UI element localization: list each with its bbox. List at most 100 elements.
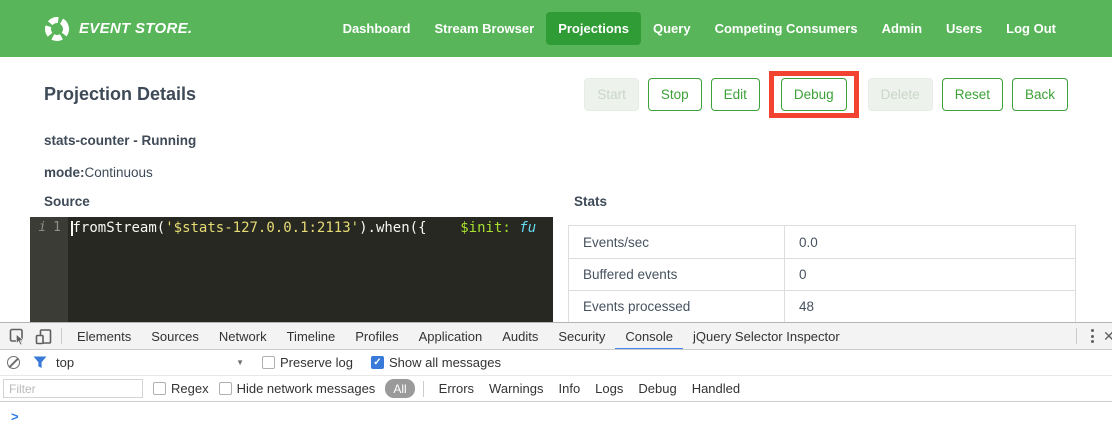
nav-item-competing-consumers[interactable]: Competing Consumers — [703, 12, 870, 45]
devtools-tab-bar: Elements Sources Network Timeline Profil… — [0, 323, 1112, 350]
hide-network-messages-label: Hide network messages — [237, 381, 376, 396]
code-string: '$stats-127.0.0.1:2113' — [165, 220, 359, 236]
console-prompt-icon[interactable]: > — [11, 409, 19, 424]
nav-item-admin[interactable]: Admin — [870, 12, 934, 45]
tab-audits[interactable]: Audits — [492, 323, 548, 350]
code-chain: ).when({ — [359, 220, 426, 236]
code-init-key: $init: — [460, 220, 511, 236]
stats-heading: Stats — [574, 194, 1076, 209]
close-devtools-icon[interactable]: ✕ — [1103, 328, 1112, 345]
event-store-logo: EVENT STORE. — [44, 16, 192, 42]
source-code-editor[interactable]: i 1 fromStream('$stats-127.0.0.1:2113').… — [30, 217, 553, 326]
show-all-messages-label: Show all messages — [389, 355, 501, 370]
mode-label: mode: — [44, 165, 85, 180]
hide-network-messages-option: Hide network messages — [219, 381, 376, 396]
hide-network-messages-checkbox[interactable] — [219, 382, 232, 395]
chevron-down-icon: ▼ — [236, 358, 244, 367]
nav-item-query[interactable]: Query — [641, 12, 703, 45]
toolbar-divider — [61, 328, 62, 344]
line-number: 1 — [53, 220, 61, 326]
level-filter-errors[interactable]: Errors — [439, 381, 474, 396]
projection-action-buttons: Start Stop Edit Debug Delete Reset Back — [584, 71, 1068, 118]
devtools-menu-icon[interactable] — [1082, 329, 1103, 343]
back-button[interactable]: Back — [1012, 78, 1068, 111]
editor-gutter: i 1 — [30, 217, 68, 326]
tab-console[interactable]: Console — [615, 323, 683, 350]
start-button[interactable]: Start — [584, 78, 639, 111]
projection-mode: mode:Continuous — [44, 165, 1112, 180]
inspect-element-icon[interactable] — [4, 323, 30, 349]
stat-label: Buffered events — [569, 259, 785, 290]
tab-sources[interactable]: Sources — [141, 323, 209, 350]
preserve-log-option: Preserve log — [262, 355, 353, 370]
level-filter-debug[interactable]: Debug — [638, 381, 676, 396]
stat-value: 0.0 — [785, 226, 1075, 258]
tab-profiles[interactable]: Profiles — [345, 323, 408, 350]
code-fn: fromStream( — [73, 220, 166, 236]
nav-item-dashboard[interactable]: Dashboard — [331, 12, 423, 45]
clear-console-icon[interactable] — [7, 356, 20, 369]
toolbar-divider — [1076, 328, 1077, 344]
console-toolbar: top ▼ Preserve log Show all messages — [0, 350, 1112, 376]
code-function-partial: fu — [519, 220, 536, 236]
page-title: Projection Details — [44, 84, 196, 105]
table-row: Events processed 48 — [569, 290, 1075, 322]
tab-security[interactable]: Security — [548, 323, 615, 350]
regex-label: Regex — [171, 381, 209, 396]
delete-button[interactable]: Delete — [868, 78, 933, 111]
brand-name: EVENT STORE. — [79, 20, 192, 37]
debug-highlight-box: Debug — [769, 71, 859, 118]
nav-item-logout[interactable]: Log Out — [994, 12, 1068, 45]
level-filter-all[interactable]: All — [385, 379, 414, 398]
regex-checkbox[interactable] — [153, 382, 166, 395]
tab-timeline[interactable]: Timeline — [277, 323, 346, 350]
toolbar-divider — [423, 381, 424, 397]
devtools-panel: Elements Sources Network Timeline Profil… — [0, 322, 1112, 440]
code-space — [511, 220, 519, 236]
show-all-messages-option: Show all messages — [371, 355, 501, 370]
gutter-info-icon: i — [38, 220, 46, 326]
source-heading: Source — [44, 194, 553, 209]
nav-menu: Dashboard Stream Browser Projections Que… — [331, 12, 1068, 45]
level-filter-warnings[interactable]: Warnings — [489, 381, 543, 396]
filter-input[interactable] — [3, 379, 143, 398]
level-filter-info[interactable]: Info — [558, 381, 580, 396]
nav-item-users[interactable]: Users — [934, 12, 994, 45]
tab-elements[interactable]: Elements — [67, 323, 141, 350]
projection-status: stats-counter - Running — [44, 133, 1112, 148]
stat-label: Events processed — [569, 291, 785, 322]
execution-context-selector[interactable]: top ▼ — [56, 355, 244, 370]
tab-application[interactable]: Application — [409, 323, 493, 350]
page-header: Projection Details Start Stop Edit Debug… — [0, 71, 1112, 118]
stop-button[interactable]: Stop — [648, 78, 702, 111]
code-line: fromStream('$stats-127.0.0.1:2113').when… — [68, 217, 553, 326]
nav-item-projections[interactable]: Projections — [546, 12, 641, 45]
show-all-messages-checkbox[interactable] — [371, 356, 384, 369]
table-row: Buffered events 0 — [569, 258, 1075, 290]
code-gap — [427, 220, 461, 236]
tab-network[interactable]: Network — [209, 323, 277, 350]
event-store-ring-icon — [44, 16, 70, 42]
preserve-log-label: Preserve log — [280, 355, 353, 370]
context-value: top — [56, 355, 74, 370]
nav-item-stream-browser[interactable]: Stream Browser — [422, 12, 546, 45]
stat-value: 48 — [785, 291, 1075, 322]
stat-value: 0 — [785, 259, 1075, 290]
regex-option: Regex — [153, 381, 209, 396]
level-filter-handled[interactable]: Handled — [692, 381, 740, 396]
debug-button[interactable]: Debug — [781, 78, 847, 111]
reset-button[interactable]: Reset — [942, 78, 1003, 111]
devtools-tabbar-right: ✕ — [1071, 328, 1112, 345]
top-navbar: EVENT STORE. Dashboard Stream Browser Pr… — [0, 0, 1112, 57]
stat-label: Events/sec — [569, 226, 785, 258]
edit-button[interactable]: Edit — [711, 78, 760, 111]
device-toolbar-icon[interactable] — [30, 323, 56, 349]
level-filter-logs[interactable]: Logs — [595, 381, 623, 396]
mode-value: Continuous — [85, 165, 153, 180]
preserve-log-checkbox[interactable] — [262, 356, 275, 369]
console-filter-bar: Regex Hide network messages All Errors W… — [0, 376, 1112, 402]
tab-jquery-selector-inspector[interactable]: jQuery Selector Inspector — [683, 323, 850, 350]
table-row: Events/sec 0.0 — [569, 226, 1075, 258]
filter-icon[interactable] — [33, 356, 47, 369]
console-output-area[interactable]: > — [0, 402, 1112, 440]
